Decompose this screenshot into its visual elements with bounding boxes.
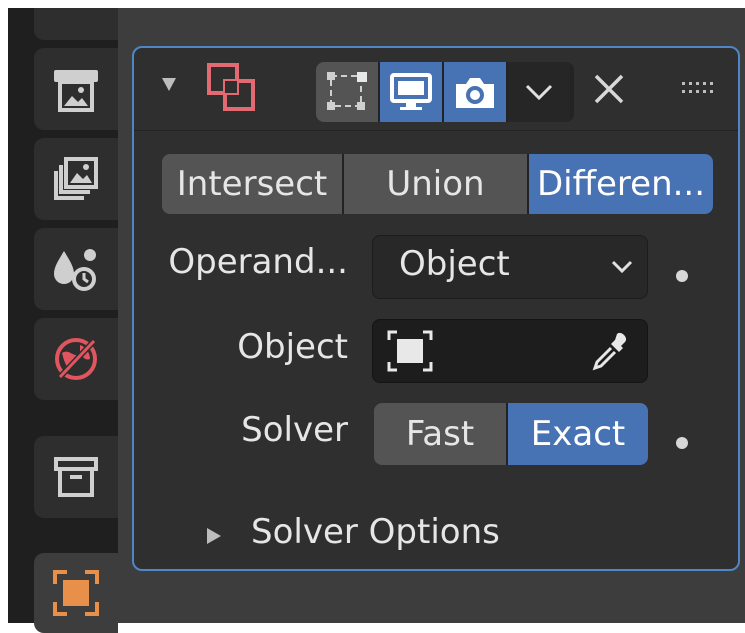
modifier-header xyxy=(134,48,738,131)
chevron-down-icon xyxy=(611,260,633,274)
object-label: Object xyxy=(237,327,348,367)
view-layer-properties-tab[interactable] xyxy=(34,138,118,220)
solver-keyframe-dot[interactable] xyxy=(676,437,688,449)
chevron-down-icon xyxy=(525,84,553,101)
operation-union-button[interactable]: Union xyxy=(344,154,527,214)
operation-intersect-button[interactable]: Intersect xyxy=(162,154,342,214)
operand-type-label: Operand... xyxy=(168,242,348,282)
render-toggle[interactable] xyxy=(444,62,506,122)
viewport-toggle[interactable] xyxy=(380,62,442,122)
operand-type-dropdown[interactable]: Object xyxy=(372,235,648,299)
operation-selector: Intersect Union Differen... xyxy=(162,154,713,214)
expand-arrow-icon[interactable] xyxy=(206,527,222,545)
drag-handle-icon[interactable] xyxy=(682,80,718,96)
monitor-icon xyxy=(390,73,432,110)
close-icon[interactable] xyxy=(590,70,628,108)
boolean-modifier-panel: Intersect Union Differen... Operand... O… xyxy=(132,46,740,571)
collapse-arrow-icon[interactable] xyxy=(162,76,176,92)
solver-label: Solver xyxy=(241,410,348,450)
archive-box-icon xyxy=(54,457,98,497)
edit-mode-toggle[interactable] xyxy=(316,62,378,122)
properties-editor: Intersect Union Differen... Operand... O… xyxy=(8,8,745,633)
operation-difference-button[interactable]: Differen... xyxy=(529,154,713,214)
solver-fast-button[interactable]: Fast xyxy=(374,403,506,465)
boolean-modifier-icon xyxy=(207,63,255,111)
edit-mode-icon xyxy=(327,72,367,110)
world-properties-tab[interactable] xyxy=(34,318,118,400)
object-data-icon xyxy=(387,330,433,372)
render-properties-tab[interactable] xyxy=(34,8,118,40)
images-icon xyxy=(54,157,98,200)
scene-icon xyxy=(54,249,96,291)
camera-icon xyxy=(456,78,494,108)
scene-properties-tab[interactable] xyxy=(34,228,118,310)
visibility-toggles xyxy=(316,62,574,122)
object-icon xyxy=(53,570,99,616)
solver-options-subpanel-header[interactable]: Solver Options xyxy=(251,512,500,552)
eyedropper-icon[interactable] xyxy=(591,330,631,372)
object-field[interactable] xyxy=(372,319,648,383)
extra-options-dropdown[interactable] xyxy=(508,62,570,122)
operand-type-value: Object xyxy=(399,244,510,284)
operand-type-keyframe-dot[interactable] xyxy=(676,270,688,282)
solver-selector: Fast Exact xyxy=(374,403,648,465)
printer-icon xyxy=(54,70,98,112)
collection-properties-tab[interactable] xyxy=(34,436,118,518)
output-properties-tab[interactable] xyxy=(34,48,118,130)
solver-exact-button[interactable]: Exact xyxy=(508,403,648,465)
world-icon xyxy=(55,338,97,380)
properties-tab-column xyxy=(8,8,118,633)
object-properties-tab[interactable] xyxy=(34,553,118,633)
